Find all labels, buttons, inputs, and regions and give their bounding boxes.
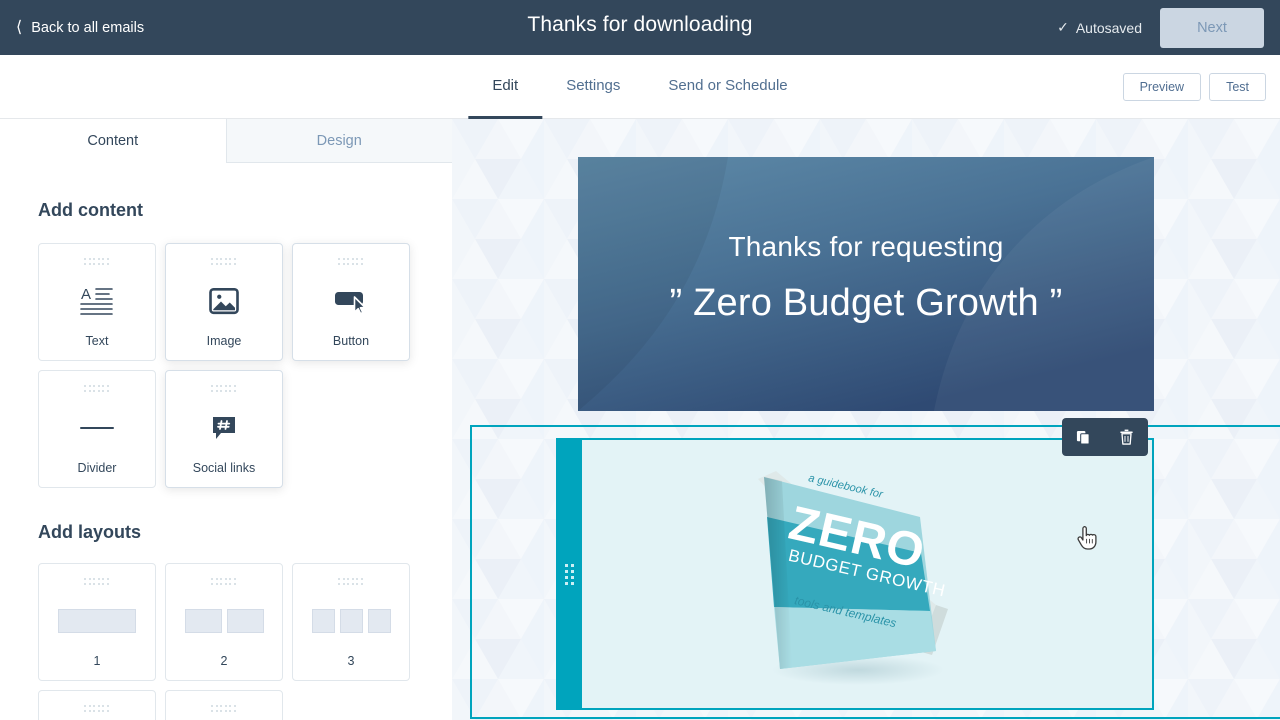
social-links-icon [166,394,282,461]
check-icon: ✓ [1057,19,1069,36]
back-to-all-emails-label: Back to all emails [31,19,145,36]
drag-dots-icon [84,578,110,587]
layout-card-label: 1 [93,654,101,668]
content-card-label: Text [85,334,109,348]
image-icon [166,267,282,334]
drag-dots-icon [84,385,110,394]
drag-dots-icon [338,258,364,267]
drag-dots-icon [84,705,110,714]
delete-module-button[interactable] [1113,423,1141,451]
content-card-label: Divider [77,461,117,475]
tab-edit[interactable]: Edit [468,55,543,119]
next-button[interactable]: Next [1160,7,1264,48]
module-drag-handle[interactable] [556,438,582,710]
layout-preview-3-column [293,587,409,654]
content-card-label: Image [206,334,242,348]
add-layouts-heading: Add layouts [38,522,142,542]
tab-send-or-schedule[interactable]: Send or Schedule [644,55,811,119]
banner-line-2: ” Zero Budget Growth ” [669,282,1063,324]
book-cover-image[interactable]: a guidebook for ZERO BUDGET GROWTH tools… [740,455,980,693]
layout-preview-2-column [166,587,282,654]
trash-icon [1120,429,1133,445]
content-card-button[interactable]: Button [292,243,410,361]
layout-preview-4 [39,714,155,720]
drag-dots-icon [564,563,574,585]
drag-dots-icon [211,258,237,267]
email-banner-module[interactable]: Thanks for requesting ” Zero Budget Grow… [578,157,1154,411]
chevron-left-icon: ⟨ [16,17,23,36]
text-icon: A [39,267,155,334]
add-content-grid: A Text Image Button Divider Social links [38,243,418,488]
add-layouts-grid: 1 2 3 [38,563,418,720]
banner-line-1: Thanks for requesting [728,231,1004,262]
content-card-divider[interactable]: Divider [38,370,156,488]
autosaved-status: ✓ Autosaved [1057,20,1142,36]
editor-sidebar: Content Design Add content A Text Image … [0,119,452,720]
divider-icon [39,394,155,461]
drag-dots-icon [211,705,237,714]
top-bar: ⟨ Back to all emails Thanks for download… [0,0,1280,55]
content-card-image[interactable]: Image [165,243,283,361]
layout-card-3[interactable]: 3 [292,563,410,681]
drag-dots-icon [211,385,237,394]
content-card-text[interactable]: A Text [38,243,156,361]
top-bar-actions: ✓ Autosaved Next [1057,0,1264,55]
layout-card-5[interactable] [165,690,283,720]
book-cover-artwork: a guidebook for ZERO BUDGET GROWTH tools… [758,471,948,685]
layout-card-4[interactable] [38,690,156,720]
tab-settings[interactable]: Settings [542,55,644,119]
test-button[interactable]: Test [1209,73,1266,101]
email-canvas[interactable]: Thanks for requesting ” Zero Budget Grow… [452,119,1280,720]
autosaved-label: Autosaved [1075,19,1142,36]
drag-dots-icon [211,578,237,587]
sidebar-tabs: Content Design [0,119,452,163]
editor-tab-bar: Edit Settings Send or Schedule Preview T… [0,55,1280,119]
clone-module-button[interactable] [1070,423,1098,451]
back-to-all-emails-link[interactable]: ⟨ Back to all emails [16,17,145,36]
layout-card-1[interactable]: 1 [38,563,156,681]
layout-card-label: 2 [220,654,228,668]
editor-tabs: Edit Settings Send or Schedule [468,55,811,119]
layout-preview-1-column [39,587,155,654]
button-icon [293,267,409,334]
layout-card-2[interactable]: 2 [165,563,283,681]
content-card-label: Button [332,334,370,348]
editor-tab-actions: Preview Test [1122,55,1266,119]
drag-dots-icon [338,578,364,587]
add-content-heading: Add content [38,200,143,220]
drag-dots-icon [84,258,110,267]
sidebar-tab-design[interactable]: Design [225,119,452,163]
layout-preview-5 [166,714,282,720]
content-card-label: Social links [192,461,256,475]
clone-icon [1076,430,1090,445]
layout-card-label: 3 [347,654,355,668]
preview-button[interactable]: Preview [1122,73,1202,101]
module-toolbar [1062,418,1148,456]
content-card-social-links[interactable]: Social links [165,370,283,488]
svg-text:A: A [81,286,91,303]
sidebar-tab-content[interactable]: Content [0,119,226,163]
